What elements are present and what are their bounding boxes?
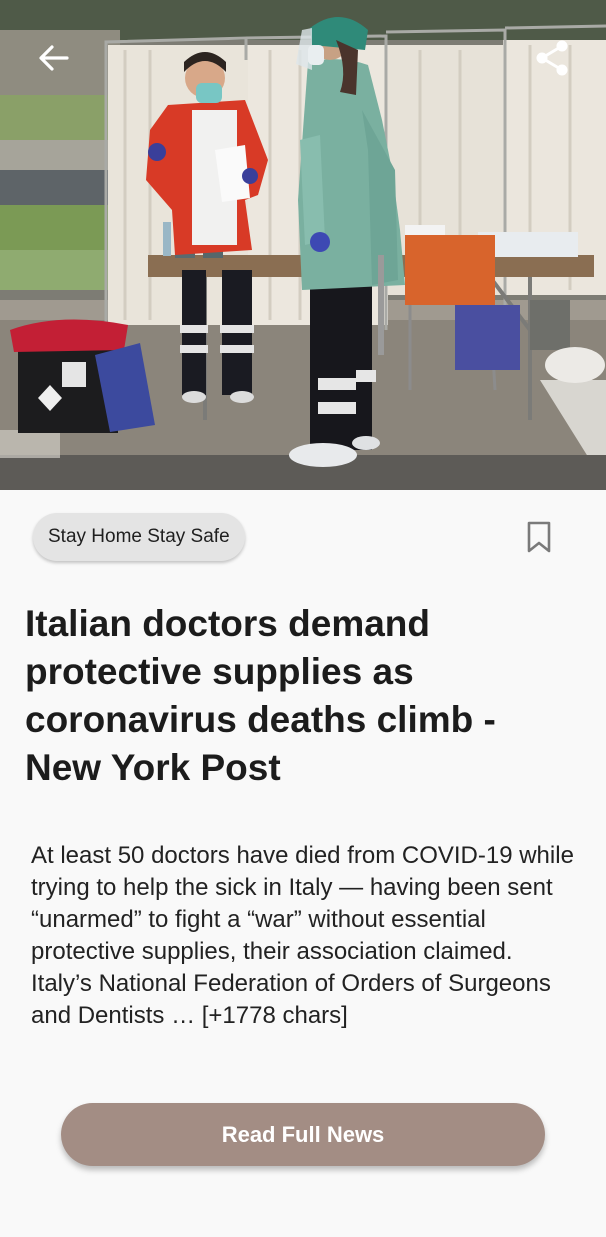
share-button[interactable] <box>530 36 574 80</box>
news-photo <box>0 0 606 490</box>
back-button[interactable] <box>32 38 76 78</box>
article-headline: Italian doctors demand protective suppli… <box>25 603 496 788</box>
arrow-left-icon <box>39 45 69 71</box>
bookmark-button[interactable] <box>520 516 558 558</box>
summary-paragraph-1: At least 50 doctors have died from COVID… <box>31 842 574 965</box>
summary-paragraph-2: Italy’s National Federation of Orders of… <box>31 970 551 1029</box>
category-chip[interactable]: Stay Home Stay Safe <box>33 513 245 561</box>
category-chip-label: Stay Home Stay Safe <box>48 526 230 547</box>
share-icon <box>536 40 568 76</box>
bookmark-outline-icon <box>527 521 551 553</box>
article-summary: At least 50 doctors have died from COVID… <box>31 840 576 1032</box>
article-image <box>0 0 606 490</box>
article-screen: Stay Home Stay Safe Italian doctors dema… <box>0 0 606 1237</box>
read-full-news-button[interactable]: Read Full News <box>61 1103 545 1166</box>
